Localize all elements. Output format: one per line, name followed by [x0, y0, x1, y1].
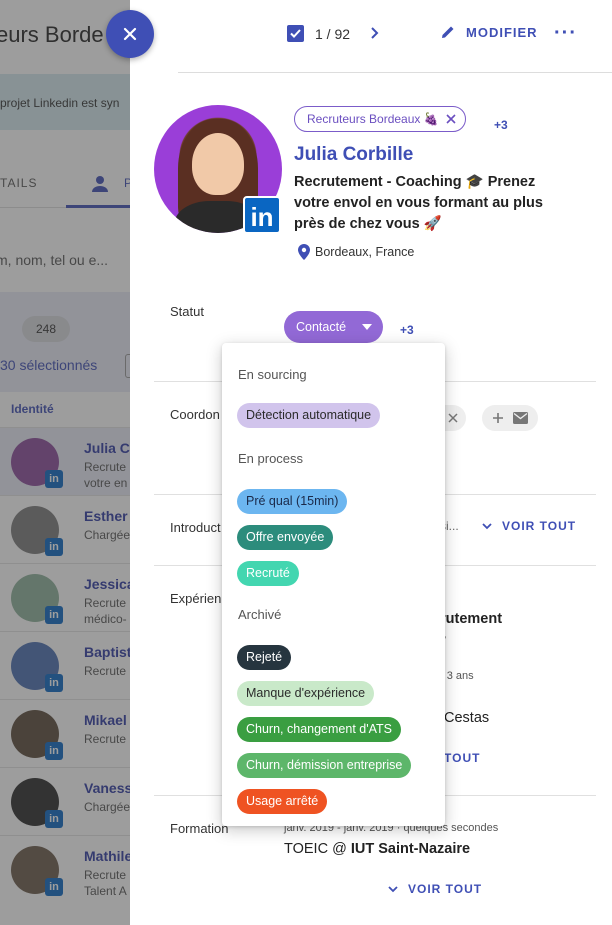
chevron-down-icon — [482, 522, 492, 529]
linkedin-icon[interactable]: in — [243, 196, 281, 234]
close-button[interactable] — [106, 10, 154, 58]
add-contact-button[interactable] — [482, 405, 538, 431]
status-option[interactable]: Détection automatique — [237, 403, 381, 428]
candidate-headline: Recrutement - Coaching 🎓 Prenez votre en… — [294, 174, 543, 232]
close-icon — [123, 27, 137, 41]
edit-button-label: MODIFIER — [466, 24, 538, 40]
chevron-right-icon — [371, 27, 379, 39]
formation-voir-tout-button[interactable]: VOIR TOUT — [388, 882, 482, 896]
status-value: Contacté — [296, 320, 347, 334]
experience-voir-tout-button[interactable]: TOUT — [444, 751, 480, 765]
pencil-icon — [442, 26, 454, 38]
more-tags-link[interactable]: +3 — [494, 118, 508, 132]
status-group-label: En process — [238, 451, 304, 466]
topbar-divider — [178, 72, 612, 73]
status-option[interactable]: Offre envoyée — [237, 525, 334, 550]
more-options-button[interactable]: ··· — [554, 22, 577, 45]
introduction-voir-tout-button[interactable]: VOIR TOUT — [482, 519, 576, 533]
formation-degree: TOEIC @ — [284, 841, 351, 857]
next-button[interactable] — [368, 26, 382, 45]
close-icon[interactable] — [445, 113, 457, 125]
edit-button[interactable]: MODIFIER — [440, 24, 538, 40]
modal-overlay[interactable] — [0, 0, 150, 925]
status-dropdown[interactable]: Contacté — [284, 311, 383, 343]
project-tag-label: Recruteurs Bordeaux 🍇 — [307, 112, 439, 126]
status-option[interactable]: Churn, changement d'ATS — [237, 717, 401, 742]
experience-duration: · 3 ans — [440, 670, 474, 682]
panel-topbar: 1 / 92 MODIFIER ··· — [130, 0, 612, 73]
status-option[interactable]: Pré qual (15min) — [237, 489, 348, 514]
status-option[interactable]: Rejeté — [237, 645, 292, 670]
candidate-location: Bordeaux, France — [298, 244, 414, 260]
status-option[interactable]: Recruté — [237, 561, 299, 586]
status-option[interactable]: Usage arrêté — [237, 789, 328, 814]
status-option[interactable]: Manque d'expérience — [237, 681, 375, 706]
experience-title: rutement — [440, 611, 503, 627]
chevron-down-icon — [388, 885, 398, 892]
project-tag[interactable]: Recruteurs Bordeaux 🍇 — [294, 106, 466, 132]
experience-location: Cestas — [444, 710, 490, 726]
voir-tout-label: VOIR TOUT — [502, 519, 577, 533]
voir-tout-label: VOIR TOUT — [408, 882, 483, 896]
formation-school: IUT Saint-Nazaire — [350, 841, 471, 857]
location-text: Bordeaux, France — [315, 245, 415, 259]
caret-down-icon — [362, 324, 373, 330]
contact-label: Coordon — [170, 407, 220, 422]
candidate-counter: 1 / 92 — [315, 26, 351, 42]
status-option[interactable]: Churn, démission entreprise — [237, 753, 412, 778]
status-group-label: En sourcing — [238, 367, 307, 382]
close-icon[interactable] — [448, 413, 458, 423]
plus-icon — [493, 413, 504, 423]
voir-tout-label: TOUT — [444, 751, 481, 765]
introduction-label: Introduct — [170, 520, 221, 535]
formation-label: Formation — [170, 821, 229, 836]
experience-label: Expérien — [170, 591, 222, 606]
check-icon — [290, 29, 301, 38]
formation-entry: TOEIC @ IUT Saint-Nazaire — [284, 841, 470, 857]
status-menu: En sourcing Détection automatique En proce… — [222, 343, 445, 826]
location-pin-icon — [298, 244, 310, 260]
status-group-label: Archivé — [238, 607, 282, 622]
more-status-link[interactable]: +3 — [400, 323, 414, 337]
status-label: Statut — [170, 304, 204, 319]
selection-checkbox[interactable] — [287, 25, 304, 42]
candidate-name: Julia Corbille — [294, 144, 414, 165]
mail-icon — [512, 412, 528, 424]
